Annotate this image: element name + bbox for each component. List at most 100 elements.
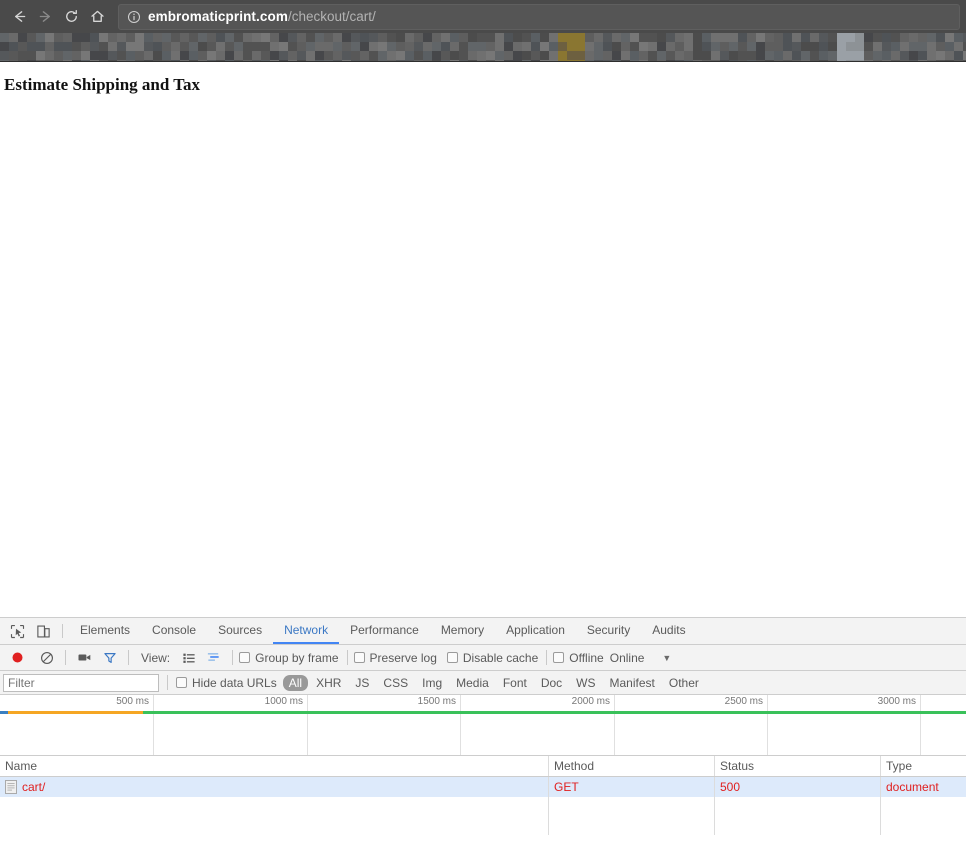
device-toolbar-icon	[36, 625, 50, 638]
address-bar[interactable]: embromaticprint.com/checkout/cart/	[118, 3, 960, 30]
home-button[interactable]	[84, 4, 110, 30]
type-filter-font[interactable]: Font	[497, 675, 533, 691]
tab-security[interactable]: Security	[576, 618, 641, 644]
forward-button[interactable]	[32, 4, 58, 30]
home-icon	[90, 10, 104, 22]
cell-type: document	[886, 780, 939, 794]
checkbox-box	[176, 677, 187, 688]
tab-console[interactable]: Console	[141, 618, 207, 644]
clear-icon	[40, 651, 53, 664]
arrow-left-icon	[14, 11, 25, 22]
empty-cell-name	[0, 797, 549, 835]
document-file-icon	[5, 780, 17, 794]
type-filter-other[interactable]: Other	[663, 675, 705, 691]
toolbar-divider-4	[346, 650, 348, 665]
tab-network[interactable]: Network	[273, 618, 340, 644]
list-view-icon	[183, 653, 195, 663]
column-header-type[interactable]: Type	[881, 756, 966, 776]
info-circle-icon[interactable]	[127, 10, 141, 24]
type-filter-media[interactable]: Media	[450, 675, 495, 691]
chevron-down-icon[interactable]: ▼	[662, 653, 671, 663]
device-toolbar-button[interactable]	[30, 618, 56, 644]
type-filter-doc[interactable]: Doc	[535, 675, 568, 691]
reload-button[interactable]	[58, 4, 84, 30]
throttling-select[interactable]: Online	[610, 651, 645, 665]
overview-tick-label: 3000 ms	[877, 696, 916, 707]
network-overview-timeline[interactable]: 500 ms 1000 ms 1500 ms 2000 ms 2500 ms 3000 m…	[0, 695, 966, 756]
toolbar-divider-2	[128, 650, 129, 665]
group-by-frame-checkbox[interactable]: Group by frame	[239, 645, 348, 671]
column-header-status[interactable]: Status	[715, 756, 881, 776]
waterfall-view-icon	[208, 653, 219, 661]
overview-gridline	[307, 695, 308, 755]
overview-tick-label: 1500 ms	[417, 696, 456, 707]
tab-memory[interactable]: Memory	[430, 618, 495, 644]
list-view-button[interactable]	[176, 651, 201, 665]
preserve-log-checkbox[interactable]: Preserve log	[353, 645, 447, 671]
inspect-element-button[interactable]	[4, 618, 30, 644]
record-button-icon	[12, 652, 23, 663]
overview-gridline	[460, 695, 461, 755]
column-header-method[interactable]: Method	[549, 756, 715, 776]
url-path: /checkout/cart/	[287, 9, 376, 24]
capture-screenshots-button[interactable]	[72, 650, 97, 665]
cell-method: GET	[549, 777, 715, 797]
filterbar-divider-1	[167, 675, 168, 690]
devtools-tabbar: Elements Console Sources Network Perform…	[0, 618, 966, 645]
filter-toggle-button[interactable]	[97, 651, 122, 665]
devtools-panel: Elements Console Sources Network Perform…	[0, 617, 966, 835]
url-domain: embromaticprint.com	[148, 9, 288, 24]
hide-data-urls-checkbox[interactable]: Hide data URLs	[176, 670, 283, 696]
overview-tick-label: 2000 ms	[571, 696, 610, 707]
toolbar-divider-1	[65, 650, 66, 665]
type-filter-js[interactable]: JS	[349, 675, 375, 691]
type-filter-ws[interactable]: WS	[570, 675, 601, 691]
type-filter-css[interactable]: CSS	[377, 675, 414, 691]
page-content: Estimate Shipping and Tax	[0, 62, 966, 617]
type-filter-img[interactable]: Img	[416, 675, 448, 691]
record-button[interactable]	[5, 651, 30, 664]
overview-gridline	[767, 695, 768, 755]
tab-audits[interactable]: Audits	[641, 618, 696, 644]
filter-input[interactable]	[3, 673, 159, 692]
view-label: View:	[141, 650, 171, 665]
idle-segment	[143, 711, 966, 714]
checkbox-box	[446, 652, 458, 663]
overview-tick-label: 1000 ms	[264, 696, 303, 707]
tab-performance[interactable]: Performance	[339, 618, 430, 644]
tab-application[interactable]: Application	[495, 618, 576, 644]
network-filter-bar: Hide data URLs All XHR JS CSS Img Media …	[0, 671, 966, 695]
toolbar-divider-3	[232, 650, 234, 665]
disable-cache-label: Disable cache	[462, 650, 539, 665]
offline-label: Offline	[569, 650, 604, 665]
checkbox-box	[353, 652, 365, 663]
overview-tick-label: 2500 ms	[724, 696, 763, 707]
tabbar-divider	[62, 624, 63, 638]
tab-elements[interactable]: Elements	[69, 618, 141, 644]
empty-cell-method	[549, 797, 715, 835]
bookmarks-bar[interactable]	[0, 33, 966, 62]
inspect-element-icon	[10, 624, 24, 638]
overview-gridline	[614, 695, 615, 755]
offline-checkbox[interactable]: Offline	[553, 645, 613, 671]
table-header: Name Method Status Type	[0, 756, 966, 777]
column-header-name[interactable]: Name	[0, 756, 549, 776]
type-filter-xhr[interactable]: XHR	[310, 675, 347, 691]
cell-status: 500	[715, 777, 881, 797]
table-empty-area	[0, 797, 966, 835]
waterfall-view-button[interactable]	[201, 650, 226, 665]
type-filter-manifest[interactable]: Manifest	[604, 675, 661, 691]
empty-cell-type	[881, 797, 966, 835]
network-toolbar: View: Group by frame Preserve log Disabl…	[0, 645, 966, 671]
clear-button[interactable]	[34, 651, 59, 665]
tab-sources[interactable]: Sources	[207, 618, 273, 644]
table-row[interactable]: cart/ GET 500 document	[0, 777, 966, 797]
back-button[interactable]	[6, 4, 32, 30]
overview-gridline	[920, 695, 921, 755]
toolbar-divider-5	[546, 650, 548, 665]
disable-cache-checkbox[interactable]: Disable cache	[446, 645, 548, 671]
cell-name[interactable]: cart/	[0, 777, 549, 797]
overview-gridline	[153, 695, 154, 755]
type-filter-all[interactable]: All	[282, 674, 309, 691]
network-request-table: Name Method Status Type cart/ GET 500 do…	[0, 756, 966, 835]
